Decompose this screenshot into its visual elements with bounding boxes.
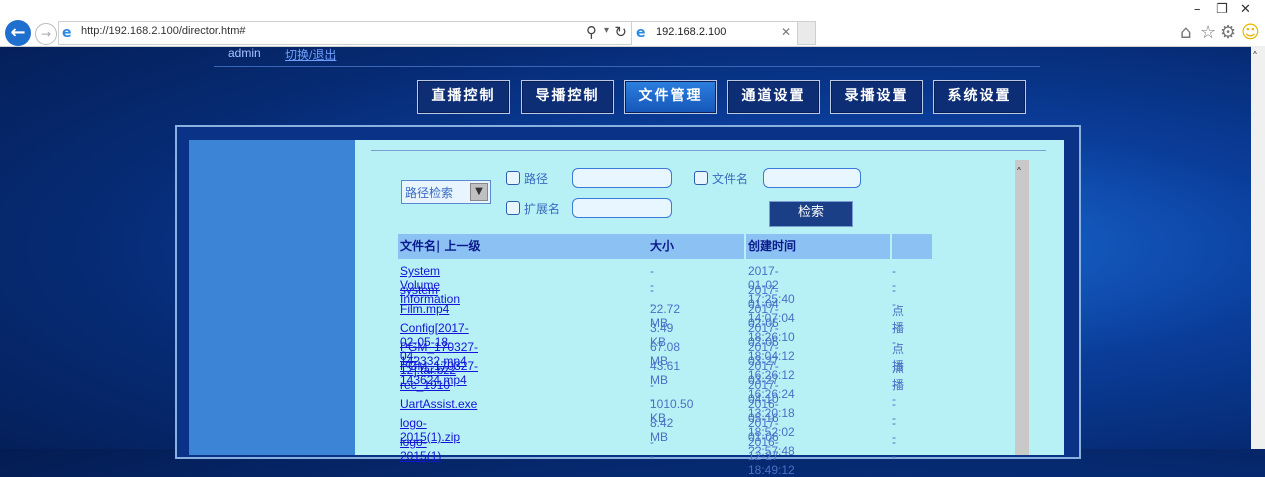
tab-title: 192.168.2.100 xyxy=(656,26,727,38)
search-mode-value: 路径检索 xyxy=(405,186,454,200)
search-mode-select[interactable]: 路径检索 ▼ xyxy=(401,180,491,204)
browser-chrome: ← → e http://192.168.2.100/director.htm#… xyxy=(0,0,1265,47)
divider xyxy=(214,66,1040,67)
nav-record-settings[interactable]: 录播设置 xyxy=(830,80,923,114)
username: admin xyxy=(228,46,261,60)
browser-tab[interactable]: e 192.168.2.100 ✕ xyxy=(631,21,798,44)
path-input[interactable] xyxy=(572,168,672,188)
search-icon[interactable]: ⚲ xyxy=(586,23,597,41)
scroll-up-icon[interactable]: ˄ xyxy=(1016,166,1022,180)
file-action: -- xyxy=(892,435,896,463)
nav-system-settings[interactable]: 系统设置 xyxy=(933,80,1026,114)
file-link[interactable]: rec_1910 xyxy=(400,378,450,392)
left-pane xyxy=(189,140,355,455)
extension-checkbox[interactable] xyxy=(506,201,520,215)
divider xyxy=(371,150,1046,151)
extension-input[interactable] xyxy=(572,198,672,218)
file-list-scrollbar[interactable]: ˄ xyxy=(1015,160,1029,455)
file-size: -- xyxy=(650,435,654,463)
file-link[interactable]: UartAssist.exe xyxy=(400,397,477,411)
header-filename: 文件名| 上一级 xyxy=(398,234,648,259)
search-button[interactable]: 检索 xyxy=(769,201,853,227)
file-link[interactable]: Film.mp4 xyxy=(400,302,449,316)
extension-label: 扩展名 xyxy=(524,202,561,216)
minimize-icon[interactable]: – xyxy=(1194,2,1201,17)
col-name-label: 文件名 xyxy=(400,239,437,253)
home-icon[interactable]: ⌂ xyxy=(1180,22,1191,43)
nav-director-control[interactable]: 导播控制 xyxy=(521,80,614,114)
gear-icon[interactable]: ⚙ xyxy=(1220,22,1236,43)
file-size: 43.61 MB xyxy=(650,359,681,387)
new-tab-button[interactable] xyxy=(797,21,816,45)
scroll-up-icon[interactable]: ˄ xyxy=(1252,50,1258,64)
nav-live-control[interactable]: 直播控制 xyxy=(417,80,510,114)
ie-logo-icon: e xyxy=(636,25,646,41)
header-created-time: 创建时间 xyxy=(746,234,890,259)
address-url[interactable]: http://192.168.2.100/director.htm# xyxy=(81,25,246,37)
switch-logout-link[interactable]: 切换/退出 xyxy=(285,46,336,63)
nav-channel-settings[interactable]: 通道设置 xyxy=(727,80,820,114)
star-icon[interactable]: ☆ xyxy=(1200,22,1216,43)
restore-icon[interactable]: ❐ xyxy=(1216,2,1228,17)
page-scrollbar[interactable]: ˄ xyxy=(1251,46,1265,449)
chevron-down-icon[interactable]: ▾ xyxy=(604,25,609,36)
filename-label: 文件名 xyxy=(712,172,749,186)
path-checkbox[interactable] xyxy=(506,171,520,185)
parent-dir-link[interactable]: | 上一级 xyxy=(436,239,481,253)
smiley-icon[interactable]: ☺ xyxy=(1241,22,1260,43)
chevron-down-icon[interactable]: ▼ xyxy=(470,183,488,201)
file-time: 2016-12-27 18:49:12 xyxy=(748,435,795,477)
filename-checkbox[interactable] xyxy=(694,171,708,185)
address-bar[interactable]: e http://192.168.2.100/director.htm# ⚲ ▾… xyxy=(58,21,632,45)
close-window-icon[interactable]: ✕ xyxy=(1240,2,1251,17)
header-size: 大小 xyxy=(648,234,744,259)
filename-input[interactable] xyxy=(763,168,861,188)
refresh-icon[interactable]: ↻ xyxy=(614,23,627,41)
file-link[interactable]: system xyxy=(400,283,438,297)
header-action xyxy=(892,234,932,259)
ie-logo-icon: e xyxy=(62,25,72,41)
nav-file-management[interactable]: 文件管理 xyxy=(624,80,717,114)
path-label: 路径 xyxy=(524,172,549,186)
close-tab-icon[interactable]: ✕ xyxy=(781,25,791,39)
forward-arrow-icon[interactable]: → xyxy=(35,23,57,45)
file-link[interactable]: logo-2015(1) xyxy=(400,435,441,463)
back-arrow-icon[interactable]: ← xyxy=(5,20,31,46)
